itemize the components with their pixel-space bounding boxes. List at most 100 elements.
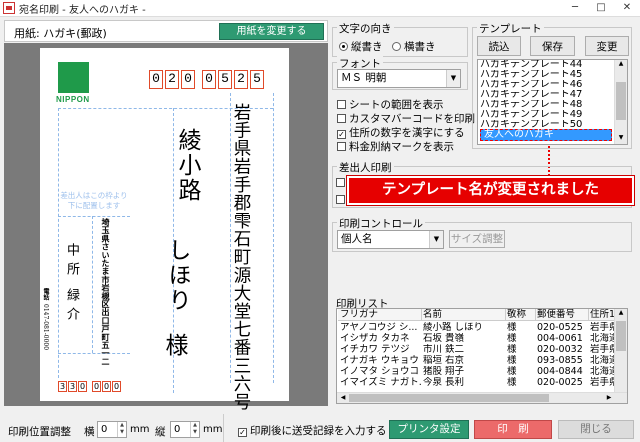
guide-line: [58, 216, 130, 217]
template-save-button[interactable]: 保存: [530, 36, 575, 56]
template-list-item[interactable]: ハガキテンプレート44: [480, 60, 620, 70]
print-list-hscrollbar[interactable]: ◀ ▶: [337, 392, 627, 403]
vertical-offset-input[interactable]: 0 ▲ ▼: [170, 421, 200, 438]
cell-address: 北海道: [590, 366, 616, 377]
table-row[interactable]: イシザカ タカネ 石坂 貴嶺 様 004-0061 北海道: [338, 333, 616, 344]
cell-name: 今泉 長利: [423, 377, 465, 388]
print-list-vscrollbar[interactable]: ▲: [614, 309, 627, 393]
cell-honorific: 様: [507, 355, 517, 366]
scroll-thumb-h[interactable]: [349, 394, 549, 402]
template-list-item[interactable]: ハガキテンプレート45: [480, 70, 620, 80]
template-list[interactable]: ハガキテンプレート44 ハガキテンプレート45 ハガキテンプレート46 ハガキテ…: [477, 59, 628, 145]
scroll-left-icon[interactable]: ◀: [339, 394, 347, 402]
sender-address: 埼玉県さいたま市岩槻区出口戸町五一二: [101, 218, 111, 366]
column-header[interactable]: 名前: [423, 309, 506, 320]
option-postage-mark[interactable]: 料金別納マークを表示: [337, 139, 454, 154]
recipient-address: 岩手県岩手郡雫石町源大堂七番三六号: [231, 103, 251, 411]
template-label: テンプレート: [477, 21, 544, 36]
checkbox-icon: [337, 114, 346, 123]
horizontal-offset-value: 0: [101, 424, 108, 435]
print-list-table[interactable]: フリガナ 名前 敬称 郵便番号 住所1 アヤノコウジ シ... 綾小路 しほり …: [336, 308, 628, 404]
table-row[interactable]: イノマタ ショウコ 猪股 翔子 様 004-0844 北海道: [338, 366, 616, 377]
font-select[interactable]: ＭＳ 明朝 ▼: [337, 69, 461, 88]
title-bar: 宛名印刷 - 友人へのハガキ - ─ □ ✕: [0, 0, 640, 17]
template-list-item[interactable]: ハガキテンプレート49: [480, 110, 620, 120]
scroll-thumb[interactable]: [616, 82, 626, 120]
cell-furigana: イノマタ ショウコ: [340, 366, 420, 377]
sender-checkbox[interactable]: [336, 178, 345, 187]
horizontal-offset-input[interactable]: 0 ▲ ▼: [97, 421, 127, 438]
template-change-button[interactable]: 変更: [585, 36, 629, 56]
checkbox-icon: [337, 100, 346, 109]
table-row[interactable]: アヤノコウジ シ... 綾小路 しほり 様 020-0525 岩手県: [338, 322, 616, 333]
print-mode-select[interactable]: 個人名 ▼: [337, 230, 444, 249]
record-checkbox[interactable]: ✓ 印刷後に送受記録を入力する: [238, 423, 387, 438]
template-list-item[interactable]: ハガキテンプレート47: [480, 90, 620, 100]
spinner-arrows-icon[interactable]: ▲ ▼: [117, 422, 126, 437]
sender-label: 差出人印刷: [337, 160, 394, 175]
scroll-right-icon[interactable]: ▶: [605, 394, 613, 402]
table-row[interactable]: イナガキ ウキョウ 稲垣 右京 様 093-0855 北海道: [338, 355, 616, 366]
scroll-thumb[interactable]: [616, 321, 626, 351]
vertical-offset-value: 0: [174, 424, 181, 435]
direction-horizontal-radio[interactable]: 横書き: [392, 39, 436, 54]
scroll-down-icon[interactable]: ▼: [616, 134, 626, 144]
cell-furigana: イマイズミ ナガト...: [340, 377, 422, 388]
sender-zip-digit: 0: [102, 381, 111, 392]
close-button[interactable]: 閉じる: [558, 420, 634, 439]
honorific: 様: [161, 333, 187, 356]
divider: [223, 414, 224, 442]
cell-zip: 004-0844: [537, 366, 583, 377]
chevron-down-icon: ▼: [429, 231, 443, 248]
template-load-button[interactable]: 読込: [477, 36, 521, 56]
column-header[interactable]: 郵便番号: [537, 309, 589, 320]
change-paper-button[interactable]: 用紙を変更する: [219, 23, 324, 40]
option-kanji-numbers[interactable]: ✓ 住所の数字を漢字にする: [337, 125, 465, 140]
table-row[interactable]: イマイズミ ナガト... 今泉 長利 様 020-0025 岩手県: [338, 377, 616, 388]
vertical-label: 縦: [155, 426, 166, 438]
sender-zip-digit: 0: [112, 381, 121, 392]
option-sheet-range[interactable]: シートの範囲を表示: [337, 97, 444, 112]
size-adjust-button[interactable]: サイズ調整: [449, 230, 505, 248]
horizontal-label: 横: [84, 426, 95, 438]
spinner-arrows-icon[interactable]: ▲ ▼: [190, 422, 199, 437]
cell-zip: 020-0025: [537, 377, 583, 388]
print-button[interactable]: 印 刷: [474, 420, 552, 439]
cell-address: 岩手県: [590, 377, 616, 388]
postcard-preview: NIPPON 0 2 0 0 5 2 5 差出人はこの枠より下に配置します 岩手…: [40, 48, 289, 411]
sender-name-2: 緑介: [64, 288, 79, 326]
option-label: 料金別納マークを表示: [349, 141, 454, 153]
cell-name: 猪股 翔子: [423, 366, 465, 377]
cell-zip: 004-0061: [537, 333, 583, 344]
sender-checkbox-2[interactable]: [336, 195, 345, 204]
maximize-button[interactable]: □: [588, 0, 614, 17]
column-header[interactable]: 敬称: [507, 309, 536, 320]
table-header: フリガナ 名前 敬称 郵便番号 住所1: [338, 309, 627, 321]
cell-honorific: 様: [507, 366, 517, 377]
template-list-item[interactable]: ハガキテンプレート46: [480, 80, 620, 90]
direction-vertical-label: 縦書き: [351, 41, 383, 53]
guide-line: [273, 93, 274, 383]
preview-header: 用紙: ハガキ(郵政) 用紙を変更する: [4, 20, 328, 42]
sender-name-1: 中所: [64, 243, 79, 281]
printer-settings-button[interactable]: プリンタ設定: [389, 420, 469, 439]
checkbox-checked-icon: ✓: [238, 428, 247, 437]
scroll-up-icon[interactable]: ▲: [616, 309, 626, 319]
zip-digit: 2: [234, 70, 248, 89]
option-barcode[interactable]: カスタマバーコードを印刷: [337, 111, 475, 126]
print-mode-value: 個人名: [341, 233, 373, 245]
template-list-item[interactable]: ハガキテンプレート48: [480, 100, 620, 110]
minimize-button[interactable]: ─: [562, 0, 588, 17]
column-header[interactable]: フリガナ: [340, 309, 422, 320]
close-window-button[interactable]: ✕: [614, 0, 640, 17]
scroll-up-icon[interactable]: ▲: [616, 60, 626, 70]
template-list-scrollbar[interactable]: ▲ ▼: [614, 60, 627, 144]
cell-furigana: イナガキ ウキョウ: [340, 355, 419, 366]
sender-zip-digit: 3: [68, 381, 77, 392]
table-row[interactable]: イチカワ テツジ 市川 鉄二 様 020-0032 岩手県: [338, 344, 616, 355]
template-list-item-selected[interactable]: 友人へのハガキ: [480, 129, 612, 141]
cell-zip: 020-0032: [537, 344, 583, 355]
direction-vertical-radio[interactable]: 縦書き: [339, 39, 383, 54]
text-direction-label: 文字の向き: [337, 21, 394, 36]
zip-digit: 5: [250, 70, 264, 89]
